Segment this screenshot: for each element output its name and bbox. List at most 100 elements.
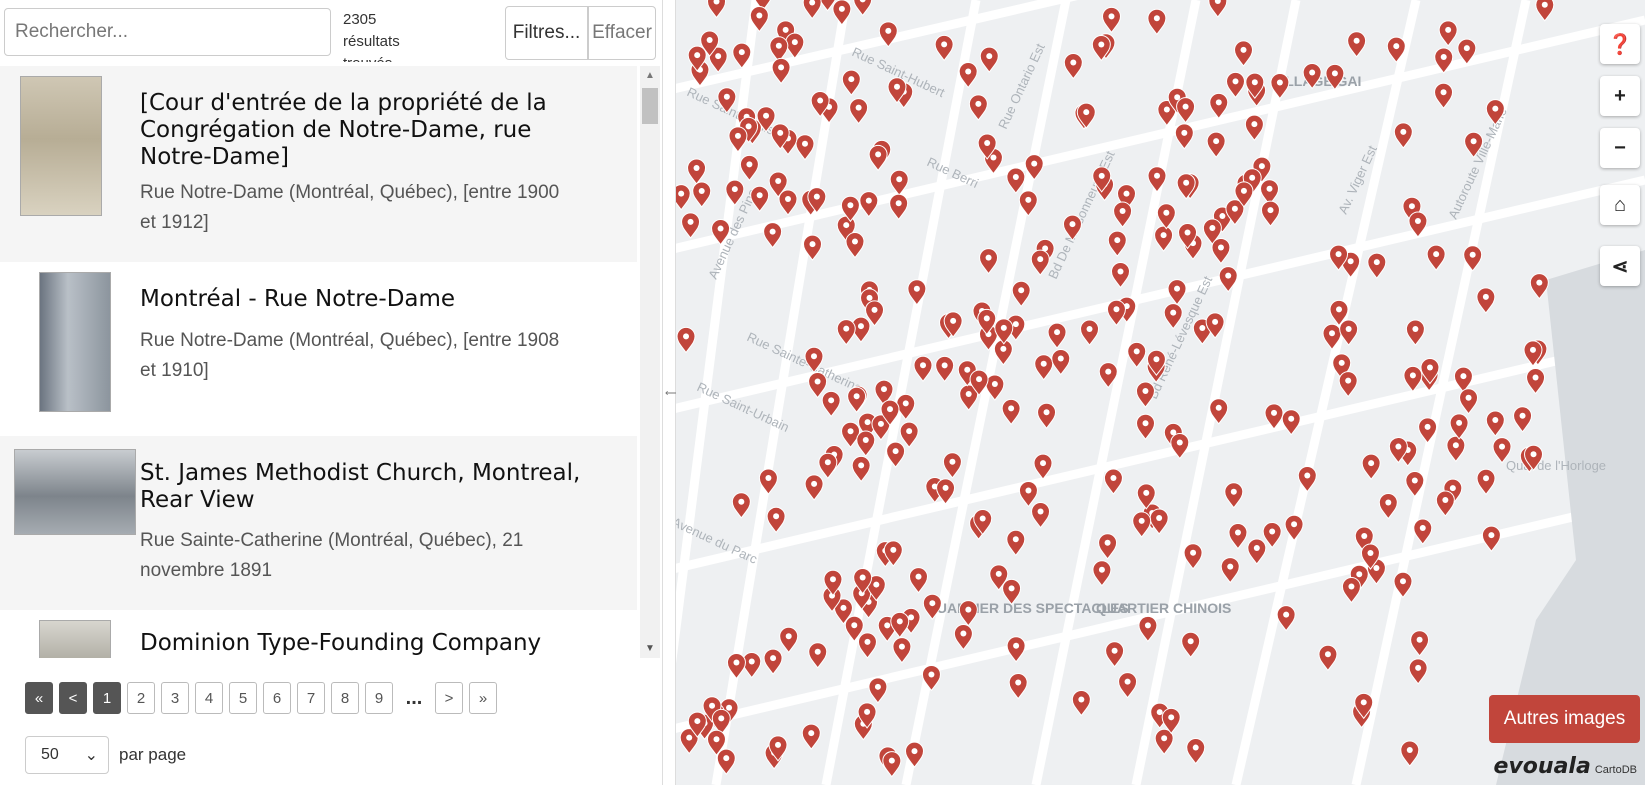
panel-resize-handle[interactable]: ⟷ <box>662 0 679 785</box>
map-marker[interactable] <box>1006 529 1026 557</box>
item-title[interactable]: St. James Methodist Church, Montreal, Re… <box>140 460 610 514</box>
map-marker[interactable] <box>1118 672 1138 699</box>
prev-page-button[interactable]: < <box>59 682 87 714</box>
scrollbar-thumb[interactable] <box>642 88 658 124</box>
map-marker[interactable] <box>1147 8 1167 36</box>
map-marker[interactable] <box>1526 368 1546 395</box>
map-marker[interactable] <box>731 492 751 519</box>
map-marker[interactable] <box>1098 533 1118 560</box>
list-item[interactable]: [Cour d'entrée de la propriété de la Con… <box>0 66 637 262</box>
more-images-button[interactable]: Autres images <box>1489 695 1640 743</box>
map-marker[interactable] <box>1006 636 1026 663</box>
list-item[interactable]: St. James Methodist Church, Montreal, Re… <box>0 436 637 610</box>
map-marker[interactable] <box>1001 398 1021 426</box>
map-marker[interactable] <box>979 46 999 73</box>
map-marker[interactable] <box>934 34 954 62</box>
map-marker[interactable] <box>1031 502 1051 529</box>
map-marker[interactable] <box>766 506 786 534</box>
map-marker[interactable] <box>1092 560 1112 587</box>
map-marker[interactable] <box>1135 381 1155 408</box>
map-marker[interactable] <box>1176 97 1196 124</box>
map-marker[interactable] <box>913 355 933 383</box>
map-marker[interactable] <box>728 126 748 153</box>
zoom-in-button[interactable]: + <box>1600 76 1640 116</box>
map-marker[interactable] <box>779 626 799 654</box>
map-marker[interactable] <box>1225 71 1246 99</box>
map-marker[interactable] <box>1136 413 1156 441</box>
item-thumbnail[interactable] <box>39 620 111 658</box>
map-marker[interactable] <box>832 0 852 26</box>
map-marker[interactable] <box>1206 131 1226 158</box>
list-item[interactable]: Dominion Type-Founding Company <box>0 610 637 658</box>
map-marker[interactable] <box>907 279 927 306</box>
map-marker[interactable] <box>909 567 929 594</box>
map-marker[interactable] <box>1211 237 1231 265</box>
map-marker[interactable] <box>681 212 701 239</box>
clear-button[interactable]: Effacer <box>588 6 656 60</box>
map-marker[interactable] <box>1220 557 1240 584</box>
map-marker[interactable] <box>849 98 869 125</box>
map-marker[interactable] <box>676 184 691 211</box>
map-marker[interactable] <box>935 355 955 383</box>
map-marker[interactable] <box>1400 740 1420 767</box>
map-marker[interactable] <box>1183 543 1203 570</box>
map-marker[interactable] <box>1154 225 1174 252</box>
map-marker[interactable] <box>1434 82 1454 110</box>
map-marker[interactable] <box>1101 6 1121 34</box>
share-button[interactable]: ⋖ <box>1600 246 1640 286</box>
map-marker[interactable] <box>979 248 999 275</box>
map-marker[interactable] <box>692 181 712 208</box>
map-marker[interactable] <box>1341 577 1361 604</box>
map-marker[interactable] <box>1408 658 1428 685</box>
page-button-7[interactable]: 7 <box>297 682 325 714</box>
map-marker[interactable] <box>1113 201 1133 228</box>
map-marker[interactable] <box>953 624 973 651</box>
item-thumbnail[interactable] <box>14 449 136 535</box>
first-page-button[interactable]: « <box>25 682 53 714</box>
map-marker[interactable] <box>1149 508 1169 535</box>
help-button[interactable]: ❓ <box>1600 24 1640 64</box>
map-marker[interactable] <box>1244 114 1264 142</box>
map-marker[interactable] <box>763 222 783 249</box>
map-marker[interactable] <box>859 191 879 218</box>
map-marker[interactable] <box>1378 493 1398 520</box>
cartodb-credit[interactable]: CartoDB <box>1595 764 1637 776</box>
map-marker[interactable] <box>1446 435 1466 463</box>
map-marker[interactable] <box>1186 738 1206 765</box>
map-marker[interactable] <box>1513 406 1533 433</box>
map-marker[interactable] <box>892 637 912 664</box>
page-button-5[interactable]: 5 <box>229 682 257 714</box>
map-marker[interactable] <box>1080 319 1100 346</box>
map-marker[interactable] <box>808 372 828 399</box>
map-marker[interactable] <box>1284 514 1304 542</box>
map-marker[interactable] <box>1034 354 1054 381</box>
map-marker[interactable] <box>1127 341 1147 369</box>
map-marker[interactable] <box>1167 279 1187 306</box>
map-marker[interactable] <box>1234 40 1254 67</box>
map-marker[interactable] <box>771 57 791 85</box>
map-marker[interactable] <box>1318 644 1338 672</box>
map-marker[interactable] <box>1262 521 1282 549</box>
map-marker[interactable] <box>1224 482 1244 509</box>
map-marker[interactable] <box>856 430 876 457</box>
item-thumbnail[interactable] <box>39 272 111 412</box>
map-marker[interactable] <box>769 36 789 63</box>
map-marker[interactable] <box>1476 468 1496 496</box>
map-marker[interactable] <box>1156 203 1176 230</box>
map-marker[interactable] <box>1361 453 1381 480</box>
map-marker[interactable] <box>818 452 838 480</box>
map-marker[interactable] <box>1393 122 1413 149</box>
map-canvas[interactable]: Rue Saint-Denis Rue Saint-Hubert Rue Ber… <box>676 0 1645 785</box>
scroll-up-icon[interactable]: ▲ <box>645 70 655 81</box>
map-marker[interactable] <box>1476 287 1496 314</box>
map-marker[interactable] <box>1276 605 1296 632</box>
map-marker[interactable] <box>845 232 865 259</box>
zoom-out-button[interactable]: − <box>1600 128 1640 168</box>
map-marker[interactable] <box>1338 371 1358 398</box>
map-marker[interactable] <box>778 189 798 216</box>
item-title[interactable]: Dominion Type-Founding Company <box>140 630 610 657</box>
map-marker[interactable] <box>750 185 770 213</box>
search-input[interactable] <box>4 8 331 56</box>
map-marker[interactable] <box>1438 20 1458 47</box>
scroll-down-icon[interactable]: ▼ <box>645 643 655 654</box>
